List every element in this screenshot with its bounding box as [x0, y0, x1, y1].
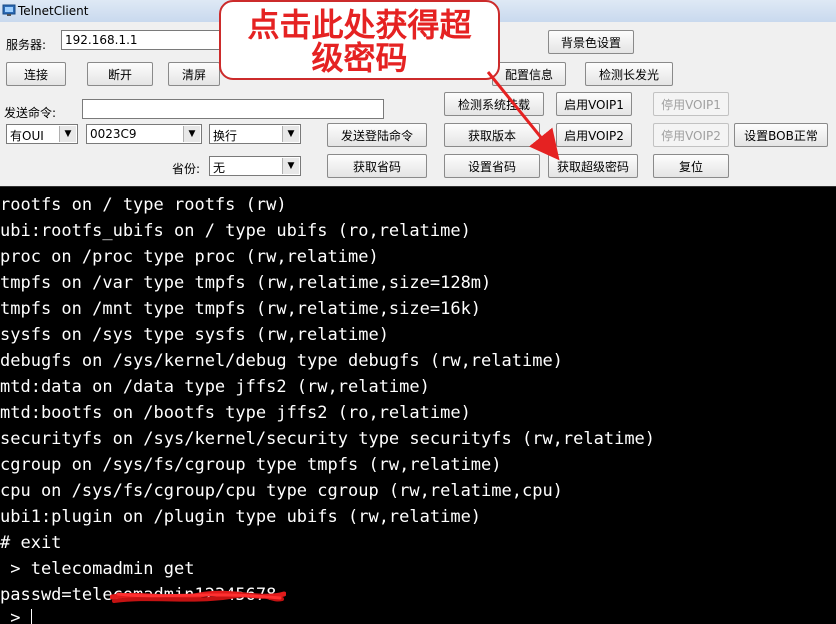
chevron-down-icon: ▼ — [282, 126, 299, 142]
set-bob-button[interactable]: 设置BOB正常 — [734, 123, 828, 147]
enable-voip2-button[interactable]: 启用VOIP2 — [556, 123, 632, 147]
terminal-line: mtd:bootfs on /bootfs type jffs2 (ro,rel… — [0, 403, 471, 423]
check-system-mount-button[interactable]: 检测系统挂载 — [444, 92, 544, 116]
terminal-line: # exit — [0, 533, 62, 553]
oui-select[interactable]: 有OUI ▼ — [6, 124, 78, 144]
province-select-value: 无 — [213, 161, 226, 175]
clear-screen-button[interactable]: 清屏 — [168, 62, 220, 86]
terminal-line: sysfs on /sys type sysfs (rw,relatime) — [0, 325, 389, 345]
chevron-down-icon: ▼ — [183, 126, 200, 142]
terminal-output[interactable]: rootfs on / type rootfs (rw) ubi:rootfs_… — [0, 186, 836, 624]
bg-color-button[interactable]: 背景色设置 — [548, 30, 634, 54]
terminal-line: securityfs on /sys/kernel/security type … — [0, 429, 656, 449]
disable-voip1-button[interactable]: 停用VOIP1 — [653, 92, 729, 116]
telnet-client-window: TelnetClient 服务器: 背景色设置 连接 断开 清屏 配置信息 检测… — [0, 0, 836, 624]
terminal-line: mtd:data on /data type jffs2 (rw,relatim… — [0, 377, 430, 397]
terminal-line: ubi:rootfs_ubifs on / type ubifs (ro,rel… — [0, 221, 471, 241]
disable-voip2-button[interactable]: 停用VOIP2 — [653, 123, 729, 147]
annotation-line-2: 级密码 — [311, 39, 408, 77]
province-label: 省份: — [172, 162, 201, 176]
read-config-button[interactable]: 配置信息 — [492, 62, 566, 86]
annotation-line-1: 点击此处获得超 — [247, 6, 472, 44]
chevron-down-icon: ▼ — [282, 158, 299, 174]
send-command-label: 发送命令: — [4, 106, 57, 120]
reset-button[interactable]: 复位 — [653, 154, 729, 178]
disconnect-button[interactable]: 断开 — [87, 62, 153, 86]
get-super-password-button[interactable]: 获取超级密码 — [548, 154, 638, 178]
server-label: 服务器: — [6, 38, 47, 52]
terminal-line: cpu on /sys/fs/cgroup/cpu type cgroup (r… — [0, 481, 563, 501]
annotation-callout: 点击此处获得超 级密码 — [219, 0, 500, 80]
text-cursor — [30, 609, 32, 624]
window-title: TelnetClient — [18, 4, 89, 18]
terminal-line: tmpfs on /mnt type tmpfs (rw,relatime,si… — [0, 299, 482, 319]
app-icon — [2, 4, 16, 16]
terminal-line: debugfs on /sys/kernel/debug type debugf… — [0, 351, 563, 371]
terminal-line: proc on /proc type proc (rw,relatime) — [0, 247, 379, 267]
connect-button[interactable]: 连接 — [6, 62, 66, 86]
terminal-line: > telecomadmin get — [0, 559, 195, 579]
terminal-line: cgroup on /sys/fs/cgroup type tmpfs (rw,… — [0, 455, 502, 475]
set-province-button[interactable]: 设置省码 — [444, 154, 540, 178]
terminal-prompt-line[interactable]: > — [0, 605, 32, 624]
province-select[interactable]: 无 ▼ — [209, 156, 301, 176]
terminal-line: rootfs on / type rootfs (rw) — [0, 195, 287, 215]
check-led-button[interactable]: 检测长发光 — [585, 62, 673, 86]
terminal-line: ubi1:plugin on /plugin type ubifs (rw,re… — [0, 507, 482, 527]
prompt-text: > — [0, 608, 31, 624]
server-input[interactable] — [61, 30, 221, 50]
oui-select-value: 有OUI — [10, 129, 44, 143]
get-province-button[interactable]: 获取省码 — [327, 154, 427, 178]
send-command-input[interactable] — [82, 99, 384, 119]
code-select[interactable]: 0023C9 ▼ — [86, 124, 202, 144]
newline-select-value: 换行 — [213, 129, 238, 143]
redaction-scribble — [110, 590, 286, 603]
chevron-down-icon: ▼ — [59, 126, 76, 142]
terminal-line: tmpfs on /var type tmpfs (rw,relatime,si… — [0, 273, 492, 293]
send-login-button[interactable]: 发送登陆命令 — [327, 123, 427, 147]
code-select-value: 0023C9 — [90, 127, 137, 141]
get-version-button[interactable]: 获取版本 — [444, 123, 540, 147]
newline-select[interactable]: 换行 ▼ — [209, 124, 301, 144]
enable-voip1-button[interactable]: 启用VOIP1 — [556, 92, 632, 116]
